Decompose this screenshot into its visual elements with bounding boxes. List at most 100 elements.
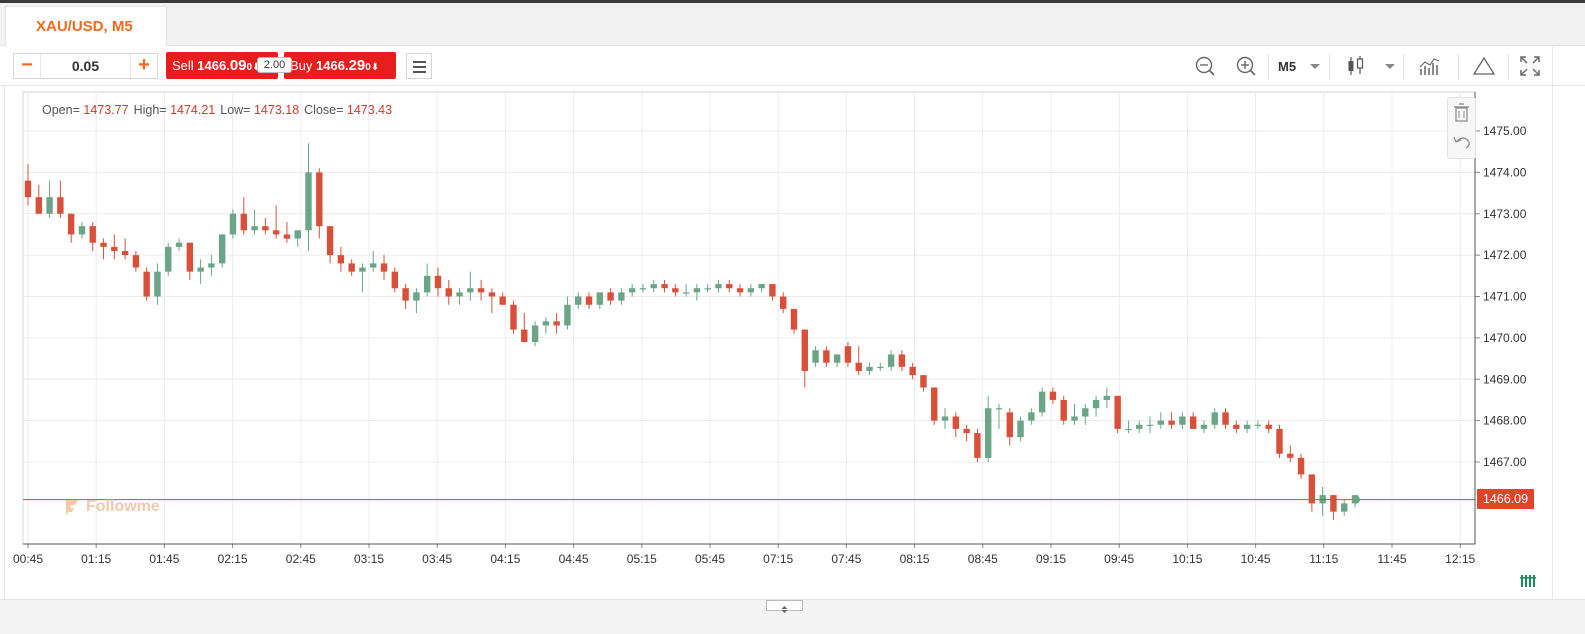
candle-body: [499, 296, 506, 305]
y-axis: 1475.00 1474.00 1473.00 1472.00 1471.00 1470.…: [1474, 92, 1527, 544]
candle-body: [445, 288, 452, 297]
candle-body: [1211, 412, 1218, 425]
x-tick-label: 03:15: [354, 552, 384, 566]
x-tick-label: 01:45: [149, 552, 179, 566]
candle-body: [812, 350, 819, 363]
candle-body: [35, 197, 42, 214]
candle-body: [283, 234, 291, 239]
candle: [1114, 395, 1121, 434]
resize-handle[interactable]: [766, 600, 803, 613]
candle-body: [661, 284, 668, 289]
close-value: 1473.43: [346, 103, 393, 117]
candle-body: [1049, 391, 1057, 400]
y-tick-label: 1470.00: [1483, 331, 1527, 345]
ohlc-readout: Open= 1473.77 High= 1474.21 Low= 1473.18 Cl…: [42, 103, 397, 117]
candle-body: [984, 408, 992, 458]
candle-body: [941, 416, 949, 421]
candle-body: [1028, 412, 1035, 421]
candle-body: [995, 408, 1003, 410]
candle-body: [607, 292, 614, 301]
close-label: Close=: [304, 103, 344, 117]
candle-body: [780, 296, 787, 309]
candle-body: [218, 234, 226, 264]
candle-body: [121, 250, 129, 256]
y-tick-label: 1468.00: [1483, 414, 1527, 428]
high-label: High=: [133, 103, 167, 117]
x-tick-label: 03:45: [422, 552, 452, 566]
candle: [931, 387, 938, 425]
candle-body: [672, 288, 679, 293]
candle-body: [542, 321, 550, 326]
x-tick-label: 10:45: [1241, 552, 1271, 566]
candle-body: [866, 366, 873, 371]
x-tick-label: 01:15: [81, 552, 111, 566]
low-label: Low=: [220, 103, 251, 117]
x-tick-label: 00:45: [13, 552, 43, 566]
resize-arrows-icon: [781, 606, 788, 613]
candle-body: [682, 292, 690, 294]
candle-body: [337, 255, 345, 264]
candle-body: [575, 296, 582, 305]
candle-body: [790, 308, 798, 330]
candle-body: [89, 226, 96, 243]
x-tick-label: 05:15: [627, 552, 657, 566]
undo-icon[interactable]: [1453, 136, 1470, 149]
candle-body: [920, 375, 927, 388]
price-chart[interactable]: 1475.00 1474.00 1473.00 1472.00 1471.00 1470.…: [0, 0, 1585, 634]
open-value: 1473.77: [83, 103, 129, 117]
candle-body: [240, 213, 247, 231]
candle-body: [305, 172, 312, 231]
candle-body: [877, 366, 884, 369]
candle-body: [1017, 420, 1024, 438]
candle-body: [1233, 424, 1240, 429]
candle-body: [197, 267, 204, 272]
candle-body: [833, 354, 841, 363]
chart-side-tools: [1447, 97, 1476, 159]
x-tick-label: 07:15: [763, 552, 793, 566]
candle-body: [1200, 424, 1208, 429]
candle-body: [823, 350, 830, 363]
plot-area: [22, 91, 1476, 545]
candle-body: [391, 271, 399, 289]
candle-body: [564, 304, 571, 326]
candle-body: [510, 304, 517, 330]
x-tick-label: 08:15: [900, 552, 930, 566]
candle-body: [844, 346, 852, 363]
candle-body: [316, 172, 323, 227]
candle-body: [898, 354, 906, 367]
side-tools-icons: [1453, 103, 1470, 149]
y-tick-label: 1467.00: [1483, 455, 1527, 469]
candle-body: [726, 284, 733, 289]
candle: [510, 300, 517, 334]
candle-body: [456, 292, 463, 297]
candle-body: [294, 230, 301, 239]
candle-body: [262, 226, 269, 231]
candle-body: [251, 226, 258, 231]
candle-body: [1222, 412, 1229, 425]
candle-body: [704, 288, 711, 290]
x-tick-label: 09:15: [1036, 552, 1066, 566]
candle-body: [423, 275, 431, 293]
candle-body: [1114, 395, 1121, 429]
candle-body: [553, 321, 560, 326]
trash-icon[interactable]: [1454, 103, 1469, 122]
volume-bars-icon[interactable]: [1520, 572, 1538, 588]
open-label: Open=: [42, 103, 80, 117]
candle-body: [974, 433, 981, 458]
x-tick-label: 11:45: [1377, 552, 1406, 566]
candle-body: [78, 226, 86, 235]
candle-body: [46, 197, 53, 214]
high-value: 1474.21: [170, 103, 216, 117]
candle-body: [1341, 503, 1348, 512]
candle-body: [1330, 495, 1337, 512]
candle-body: [639, 288, 647, 290]
candle-body: [1243, 424, 1251, 429]
candle: [143, 267, 150, 301]
candle: [974, 428, 981, 462]
candle-body: [1071, 416, 1078, 421]
candle-body: [154, 271, 161, 297]
candle-body: [531, 325, 539, 343]
candle-body: [650, 284, 657, 289]
candle-body: [931, 387, 938, 421]
candle-body: [67, 213, 75, 235]
